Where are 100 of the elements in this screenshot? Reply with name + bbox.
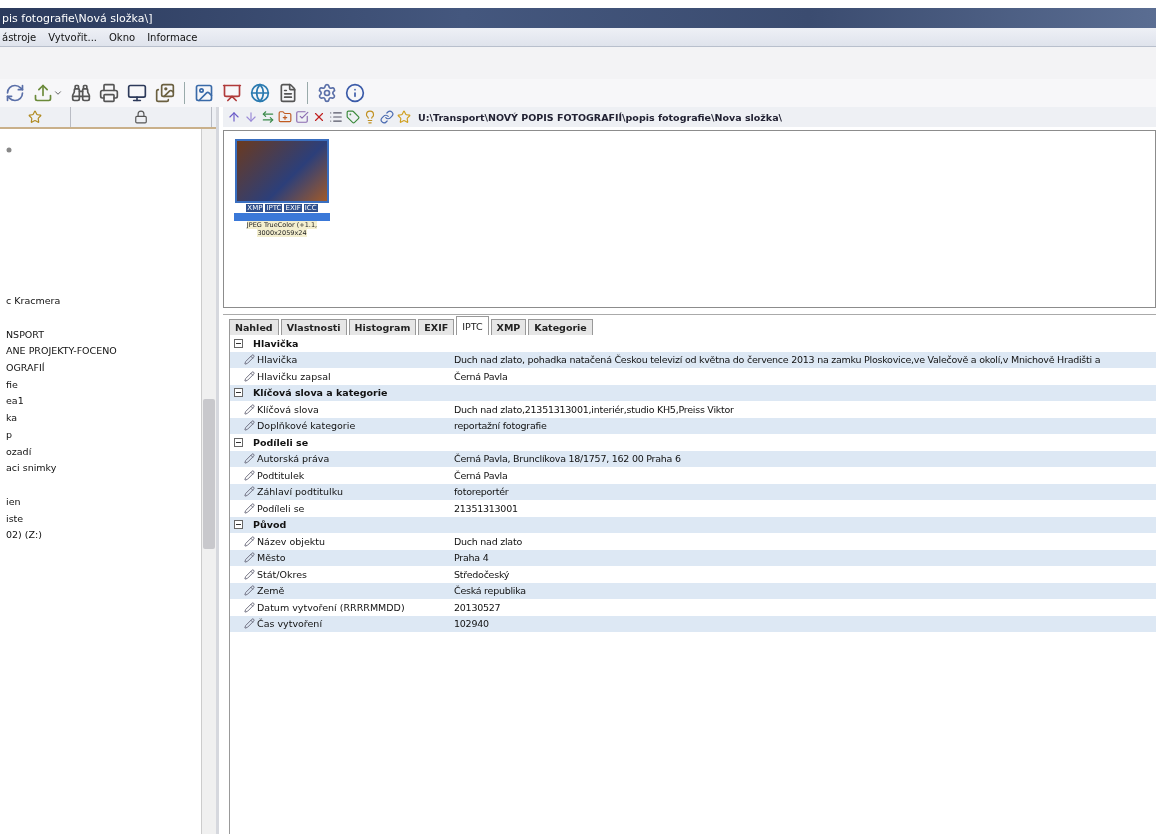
tab[interactable]: IPTC (456, 316, 489, 335)
edit-icon (244, 502, 255, 514)
property-value: reportažní fotografie (454, 420, 547, 432)
tab[interactable]: Kategorie (528, 319, 593, 335)
image-icon (194, 83, 214, 103)
collapse-icon[interactable] (234, 338, 243, 348)
property-name: Podíleli se (257, 502, 305, 514)
menu-item[interactable]: ástroje (2, 31, 37, 43)
property-value: 102940 (454, 618, 489, 630)
print-button[interactable] (98, 82, 120, 104)
bulb-icon (363, 110, 377, 124)
presentation-button[interactable] (221, 82, 243, 104)
property-name: Klíčová slova (257, 403, 319, 415)
tab[interactable]: Vlastnosti (280, 319, 347, 335)
scrollbar[interactable] (201, 129, 216, 834)
refresh-button[interactable] (4, 82, 26, 104)
tab[interactable]: EXIF (418, 319, 455, 335)
edit-icon (244, 370, 255, 382)
edit-icon (244, 453, 255, 465)
document-icon (278, 83, 298, 103)
property-name: Podtitulek (257, 469, 305, 481)
tree-item[interactable]: ozadí (6, 443, 201, 461)
images-icon (155, 83, 175, 103)
delete-icon (312, 110, 326, 124)
property-value: Česká republika (454, 585, 526, 597)
caret-icon (53, 88, 63, 98)
property-name: Datum vytvoření (RRRRMMDD) (257, 601, 405, 613)
list-icon (329, 110, 343, 124)
property-name: Název objektu (257, 535, 325, 547)
menu-item[interactable]: Vytvořit... (48, 31, 97, 43)
upload-icon (33, 83, 53, 103)
property-name: Stát/Okres (257, 568, 307, 580)
tree-item[interactable]: fie (6, 376, 201, 394)
tree-item[interactable]: NSPORT (6, 326, 201, 344)
group-title: Podíleli se (253, 436, 309, 448)
menu-item[interactable]: Informace (147, 31, 198, 43)
tree-item[interactable]: aci snimky (6, 460, 201, 477)
edit-icon (244, 601, 255, 613)
edit-icon (244, 486, 255, 498)
search-button[interactable] (70, 82, 92, 104)
folder-path: U:\Transport\NOVÝ POPIS FOTOGRAFIÍ\popis fotografie\Nova složka\ (418, 111, 783, 123)
tree-item[interactable]: OGRAFIÍ (6, 360, 201, 377)
settings-icon (317, 83, 337, 103)
monitor-button[interactable] (126, 82, 148, 104)
property-value: Duch nad zlato,21351313001,interiér,studio KH5,Preiss Viktor (454, 403, 734, 415)
property-name: Země (257, 585, 285, 597)
upload-button[interactable] (32, 82, 64, 104)
tree-item[interactable]: ien (6, 493, 201, 511)
property-name: Doplňkové kategorie (257, 420, 356, 432)
property-name: Hlavička (257, 354, 298, 366)
edit-icon (244, 469, 255, 481)
tag-icon (346, 110, 360, 124)
edit-icon (244, 618, 255, 630)
collapse-icon[interactable] (234, 520, 243, 530)
property-name: Město (257, 552, 286, 564)
tree-item[interactable]: ka (6, 410, 201, 427)
star-icon (28, 110, 42, 124)
tab[interactable]: Histogram (348, 319, 417, 335)
image-button[interactable] (193, 82, 215, 104)
refresh-icon (5, 83, 25, 103)
tree-item[interactable]: c Kracmera (6, 293, 201, 310)
edit-icon (244, 420, 255, 432)
tab[interactable]: XMP (490, 319, 527, 335)
window-title: pis fotografie\Nová složka\] (2, 11, 153, 25)
property-name: Autorská práva (257, 453, 330, 465)
tree-item[interactable]: ANE PROJEKTY-FOCENO (6, 343, 201, 361)
printer-icon (99, 83, 119, 103)
info-icon (345, 83, 365, 103)
arrows-icon (261, 110, 275, 124)
tree-item[interactable]: ea1 (6, 393, 201, 411)
collapse-icon[interactable] (234, 388, 243, 398)
presentation-icon (222, 83, 242, 103)
property-value: Černá Pavla (454, 469, 508, 481)
property-name: Záhlaví podtitulku (257, 486, 343, 498)
monitor-icon (127, 83, 147, 103)
property-value: Středočeský (454, 568, 510, 580)
folder-icon (278, 110, 292, 124)
settings-button[interactable] (316, 82, 338, 104)
globe-icon (250, 83, 270, 103)
tree-item[interactable]: p (6, 426, 201, 444)
group-title: Klíčová slova a kategorie (253, 387, 388, 399)
property-value: Duch nad zlato (454, 535, 522, 547)
property-value: Duch nad zlato, pohadka natačená Českou televizí od května do července 2013 na zamku Ploskovice,ve Valečově a okolí,v Mnichově Hradišti a (454, 354, 1101, 366)
collapse-icon[interactable] (234, 437, 243, 447)
info-button[interactable] (344, 82, 366, 104)
tree-item[interactable]: iste (6, 510, 201, 528)
tree-node-icon (6, 147, 12, 153)
images-button[interactable] (154, 82, 176, 104)
property-value: Praha 4 (454, 552, 489, 564)
lock-icon (134, 110, 148, 124)
globe-button[interactable] (249, 82, 271, 104)
edit-icon (244, 403, 255, 415)
menu-item[interactable]: Okno (109, 31, 136, 43)
group-title: Hlavička (253, 337, 299, 349)
edit-icon (244, 535, 255, 547)
tree-item[interactable]: 02) (Z:) (6, 527, 201, 544)
binoculars-icon (71, 83, 91, 103)
checkbox-icon (295, 110, 309, 124)
tab[interactable]: Nahled (229, 319, 279, 335)
property-value: 21351313001 (454, 502, 518, 514)
